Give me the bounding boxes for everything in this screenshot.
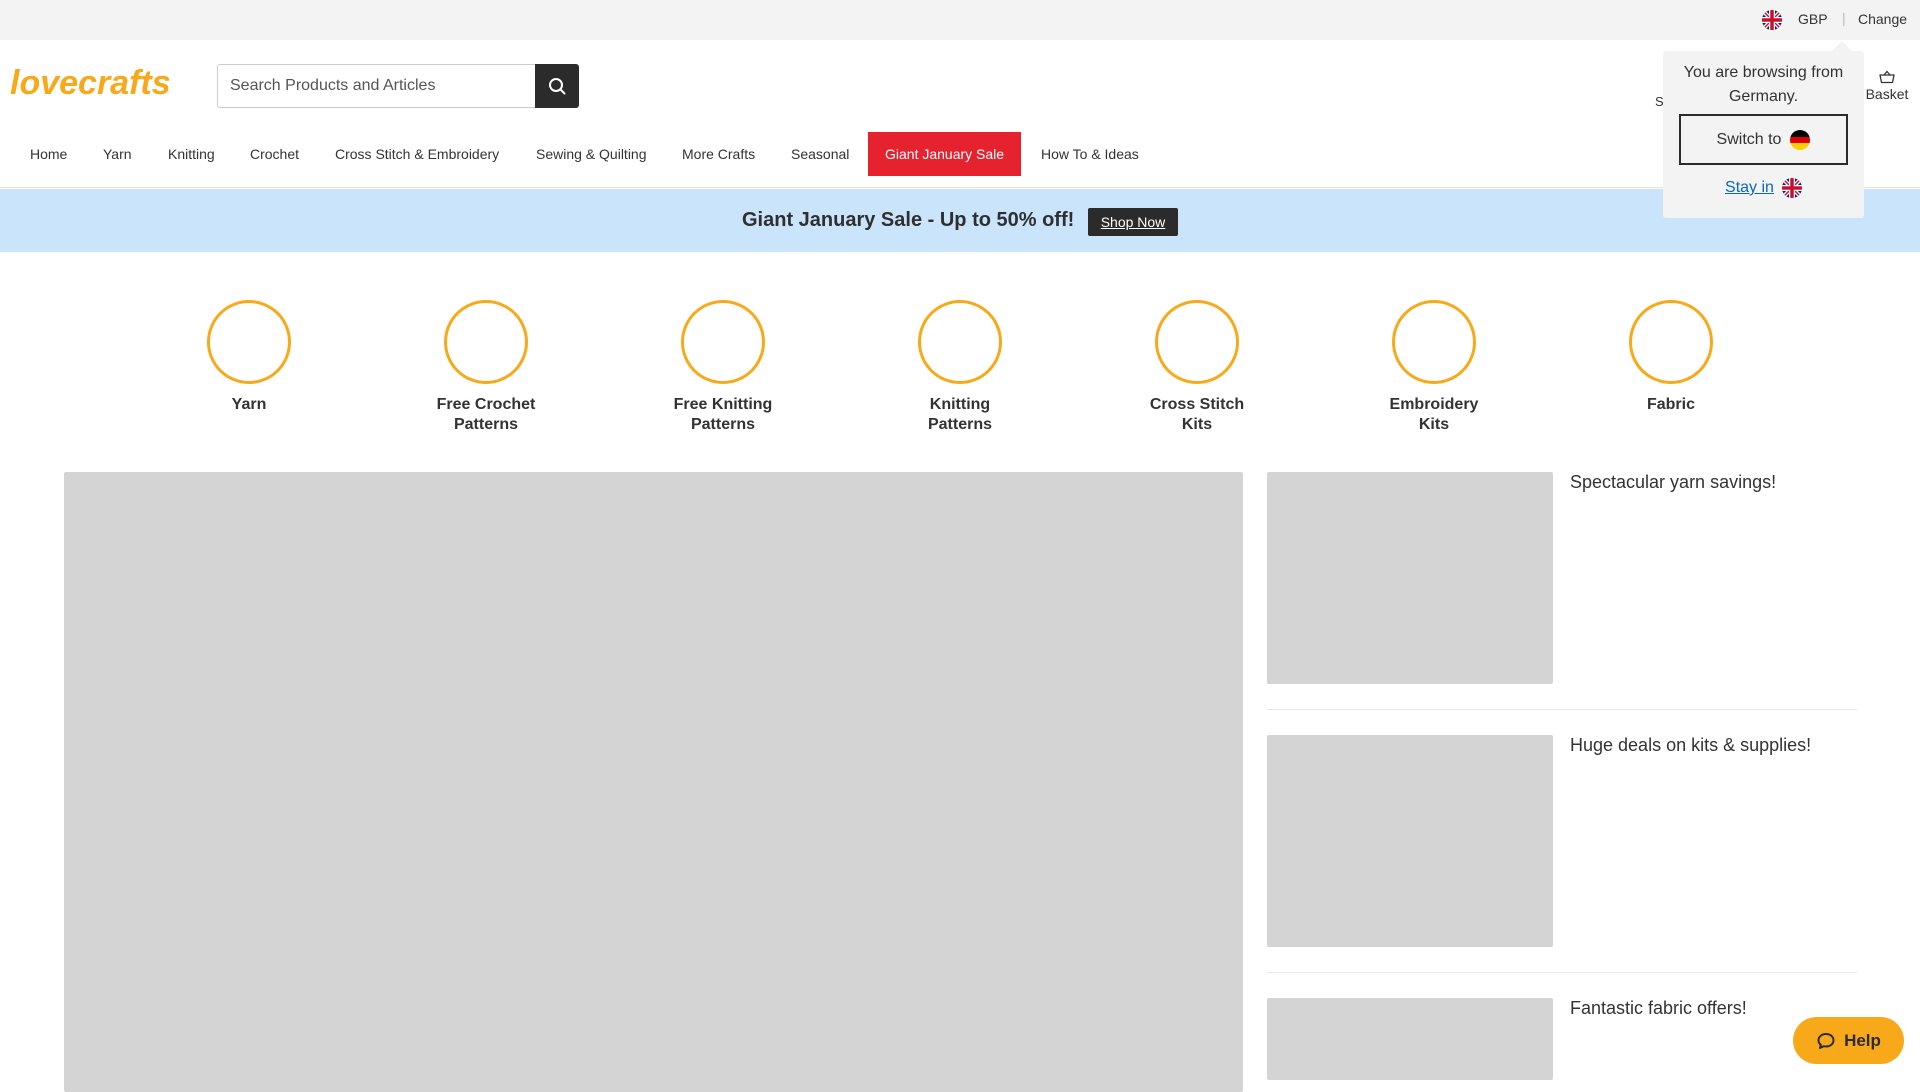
category-image (681, 300, 765, 384)
category-label: Embroidery Kits (1389, 396, 1479, 433)
region-popup: You are browsing from Germany. Switch to … (1663, 51, 1864, 218)
divider: | (1842, 10, 1846, 26)
search-icon (549, 78, 566, 95)
stay-in-region-link[interactable]: Stay in (1663, 178, 1864, 198)
nav-item-crochet[interactable]: Crochet (233, 132, 316, 176)
stay-label: Stay in (1725, 179, 1774, 196)
search-input[interactable] (217, 64, 536, 108)
category-fabric[interactable]: Fabric (1606, 300, 1736, 415)
category-label: Yarn (231, 396, 267, 413)
nav-item-cross-stitch[interactable]: Cross Stitch & Embroidery (318, 132, 516, 176)
top-bar: GBP | Change (0, 0, 1920, 40)
promo-title[interactable]: Huge deals on kits & supplies! (1570, 735, 1811, 756)
nav-item-sale[interactable]: Giant January Sale (868, 132, 1022, 176)
category-free-knitting-patterns[interactable]: Free Knitting Patterns (658, 300, 788, 435)
change-region-link[interactable]: Change (1858, 11, 1907, 27)
germany-flag-icon (1790, 129, 1811, 150)
category-label: Free Knitting Patterns (673, 396, 773, 433)
divider (1267, 709, 1857, 710)
region-message: You are browsing from Germany. (1683, 64, 1844, 105)
uk-flag-icon (1762, 10, 1782, 30)
search-button[interactable] (535, 64, 579, 108)
nav-item-more-crafts[interactable]: More Crafts (665, 132, 772, 176)
chat-bubble-icon (1817, 1032, 1835, 1049)
category-free-crochet-patterns[interactable]: Free Crochet Patterns (421, 300, 551, 435)
banner-text: Giant January Sale - Up to 50% off! (742, 209, 1075, 231)
category-knitting-patterns[interactable]: Knitting Patterns (895, 300, 1025, 435)
basket-icon (1879, 70, 1895, 84)
category-label: Fabric (1646, 396, 1695, 413)
category-label: Knitting Patterns (927, 396, 993, 433)
category-yarn[interactable]: Yarn (184, 300, 314, 415)
shop-now-button[interactable]: Shop Now (1088, 208, 1178, 236)
help-label: Help (1844, 1030, 1881, 1050)
switch-region-button[interactable]: Switch to (1679, 114, 1848, 165)
popup-arrow (1832, 41, 1852, 51)
logo-wordmark: lovecrafts (10, 64, 171, 102)
basket-button[interactable]: Basket (1864, 70, 1910, 102)
category-cross-stitch-kits[interactable]: Cross Stitch Kits (1132, 300, 1262, 435)
nav-item-how-to[interactable]: How To & Ideas (1024, 132, 1156, 176)
currency-label: GBP (1798, 11, 1828, 27)
nav-item-knitting[interactable]: Knitting (151, 132, 232, 176)
hero-image[interactable] (64, 472, 1243, 1092)
category-embroidery-kits[interactable]: Embroidery Kits (1369, 300, 1499, 435)
nav-item-home[interactable]: Home (13, 132, 84, 176)
promo-image[interactable] (1267, 998, 1553, 1080)
help-button[interactable]: Help (1793, 1017, 1904, 1064)
switch-label: Switch to (1716, 130, 1782, 148)
category-image (1629, 300, 1713, 384)
promo-image[interactable] (1267, 735, 1553, 947)
category-label: Free Crochet Patterns (436, 396, 536, 433)
promo-image[interactable] (1267, 472, 1553, 684)
category-image (1392, 300, 1476, 384)
promo-title[interactable]: Fantastic fabric offers! (1570, 998, 1747, 1019)
promo-title[interactable]: Spectacular yarn savings! (1570, 472, 1776, 493)
nav-item-seasonal[interactable]: Seasonal (774, 132, 866, 176)
category-image (918, 300, 1002, 384)
category-image (444, 300, 528, 384)
category-image (1155, 300, 1239, 384)
basket-label: Basket (1865, 86, 1909, 102)
sale-banner: Giant January Sale - Up to 50% off! (0, 189, 1920, 252)
divider (1267, 972, 1857, 973)
main-nav: Home Yarn Knitting Crochet Cross Stitch … (0, 132, 1920, 188)
nav-item-yarn[interactable]: Yarn (86, 132, 149, 176)
nav-item-sewing[interactable]: Sewing & Quilting (519, 132, 664, 176)
category-image (207, 300, 291, 384)
category-label: Cross Stitch Kits (1149, 396, 1245, 433)
lovecrafts-logo[interactable]: lovecrafts (10, 62, 195, 104)
uk-flag-icon (1781, 178, 1802, 198)
